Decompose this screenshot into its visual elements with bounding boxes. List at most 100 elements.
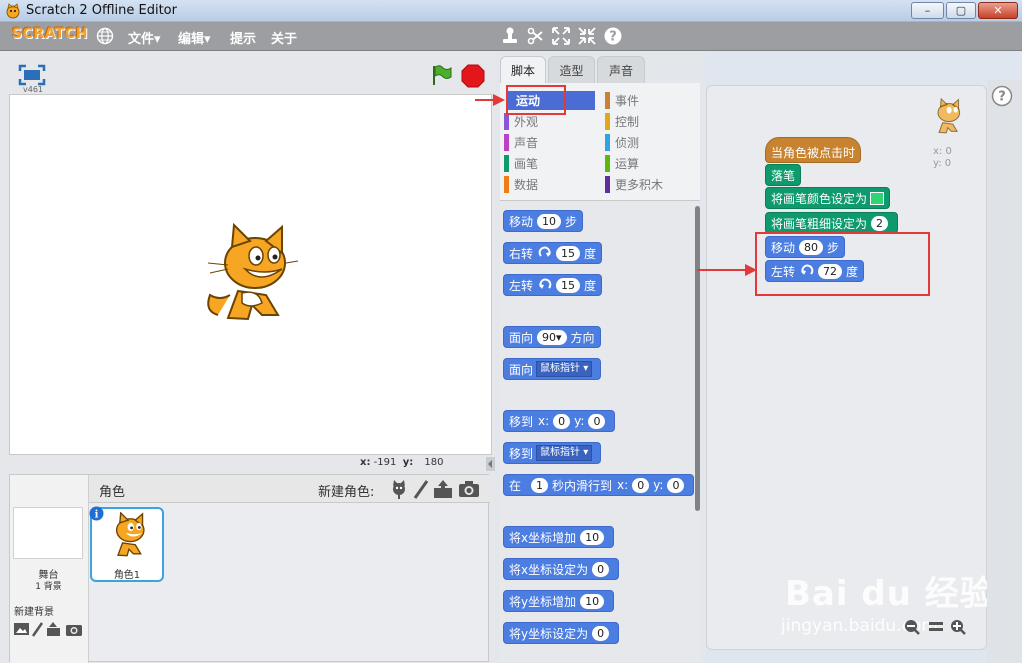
- title-bar: Scratch 2 Offline Editor – ▢ ✕: [0, 0, 1022, 22]
- block-input[interactable]: 0: [632, 477, 650, 493]
- menu-about[interactable]: 关于: [271, 28, 297, 47]
- info-icon[interactable]: i: [89, 506, 104, 521]
- block-input[interactable]: 0: [592, 625, 610, 641]
- script-set-pen-size[interactable]: 将画笔粗细设定为 2: [765, 212, 899, 234]
- sprite-thumbnail[interactable]: i 角色1: [89, 506, 164, 582]
- block-input[interactable]: 10: [580, 529, 605, 545]
- category-data-swatch: [504, 176, 509, 193]
- block-text: 将画笔颜色设定为: [771, 191, 868, 206]
- svg-text:i: i: [95, 510, 99, 521]
- scratch-cat-app-icon: [6, 3, 20, 19]
- block-input[interactable]: 90▾: [537, 329, 567, 345]
- maximize-button[interactable]: ▢: [946, 2, 976, 19]
- tab-sounds[interactable]: 声音: [597, 56, 645, 83]
- grow-tool-icon[interactable]: [551, 26, 571, 46]
- scratch-logo[interactable]: SCRATCH: [12, 26, 88, 42]
- stage-toolbar: v461: [9, 56, 492, 94]
- block-text: 移到: [509, 446, 534, 461]
- block-input[interactable]: 15: [556, 277, 581, 293]
- language-globe-icon[interactable]: [96, 27, 114, 45]
- block-text: 度: [584, 246, 597, 261]
- menu-file[interactable]: 文件▾: [128, 28, 161, 47]
- category-events[interactable]: 事件: [605, 91, 695, 110]
- category-data[interactable]: 数据: [504, 175, 594, 194]
- tab-costumes[interactable]: 造型: [548, 56, 595, 83]
- camera-sprite-icon[interactable]: [458, 480, 480, 498]
- sprite-y-value: 0: [944, 158, 952, 169]
- block-set-y[interactable]: 将y坐标设定为 0: [503, 622, 620, 644]
- block-point-towards[interactable]: 面向 鼠标指针 ▾: [503, 358, 602, 380]
- script-pen-down[interactable]: 落笔: [765, 164, 802, 186]
- annotation-arrow-script: [697, 269, 747, 271]
- category-more-blocks-label: 更多积木: [615, 178, 664, 192]
- tab-scripts[interactable]: 脚本: [500, 56, 546, 83]
- menu-edit[interactable]: 编辑▾: [178, 28, 211, 47]
- collapse-stage-icon[interactable]: [486, 457, 495, 471]
- category-operators[interactable]: 运算: [605, 154, 695, 173]
- category-sensing[interactable]: 侦测: [605, 133, 695, 152]
- minimize-button[interactable]: –: [911, 2, 944, 19]
- stage-column: 舞台 1 背景 新建背景: [10, 475, 89, 663]
- block-dropdown[interactable]: 鼠标指针 ▾: [536, 445, 593, 461]
- paint-sprite-icon[interactable]: [413, 479, 429, 499]
- block-text: x:: [617, 478, 629, 492]
- shrink-tool-icon[interactable]: [577, 26, 597, 46]
- block-input[interactable]: 10: [537, 213, 562, 229]
- mouse-y-label: y:: [402, 457, 414, 468]
- category-pen[interactable]: 画笔: [504, 154, 594, 173]
- delete-tool-icon[interactable]: [525, 26, 545, 46]
- block-move-steps[interactable]: 移动 10 步: [503, 210, 584, 232]
- block-change-y[interactable]: 将y坐标增加 10: [503, 590, 615, 612]
- block-input[interactable]: 15: [556, 245, 581, 261]
- arrowhead-icon: [493, 94, 505, 106]
- new-backdrop-label: 新建背景: [14, 607, 54, 618]
- block-turn-left[interactable]: 左转 15 度: [503, 274, 603, 296]
- block-go-to-xy[interactable]: 移到 x: 0 y: 0: [503, 410, 616, 432]
- block-input[interactable]: 0: [667, 477, 685, 493]
- block-text: y:: [653, 478, 664, 492]
- sprite-cat-thumbnail: [115, 512, 145, 557]
- block-input[interactable]: 10: [580, 593, 605, 609]
- block-input[interactable]: 0: [588, 413, 606, 429]
- duplicate-tool-icon[interactable]: [500, 26, 520, 46]
- close-button[interactable]: ✕: [978, 2, 1018, 19]
- category-looks-label: 外观: [514, 115, 539, 129]
- block-input[interactable]: 1: [531, 477, 549, 493]
- category-sound[interactable]: 声音: [504, 133, 594, 152]
- menu-tips[interactable]: 提示: [230, 28, 256, 47]
- pen-color-swatch[interactable]: [870, 191, 885, 205]
- block-text: 将x坐标增加: [509, 530, 577, 545]
- block-text: 移动: [509, 214, 534, 229]
- block-input[interactable]: 0: [592, 561, 610, 577]
- hat-when-sprite-clicked[interactable]: 当角色被点击时: [765, 137, 862, 163]
- scratch-cat-sprite[interactable]: [200, 223, 300, 333]
- fullscreen-icon[interactable]: [18, 64, 46, 86]
- block-point-in-direction[interactable]: 面向 90▾ 方向: [503, 326, 601, 348]
- block-change-x[interactable]: 将x坐标增加 10: [503, 526, 615, 548]
- category-control[interactable]: 控制: [605, 112, 695, 131]
- block-go-to[interactable]: 移到 鼠标指针 ▾: [503, 442, 602, 464]
- script-set-pen-color[interactable]: 将画笔颜色设定为: [765, 187, 891, 209]
- block-input[interactable]: 0: [553, 413, 571, 429]
- block-input[interactable]: 2: [871, 215, 889, 231]
- scripts-area[interactable]: x: 0 y: 0 当角色被点击时 落笔 将画笔颜色设定为 将画笔粗细设定为 2 …: [706, 85, 994, 650]
- palette-scrollbar[interactable]: [695, 206, 700, 511]
- block-text: 秒内滑行到: [552, 478, 613, 493]
- stop-sign-icon[interactable]: [461, 64, 485, 88]
- green-flag-icon[interactable]: [429, 63, 453, 87]
- block-turn-right[interactable]: 右转 15 度: [503, 242, 603, 264]
- block-dropdown[interactable]: 鼠标指针 ▾: [536, 361, 593, 377]
- zoom-in-icon: [951, 620, 966, 635]
- upload-sprite-icon[interactable]: [432, 479, 454, 499]
- category-more-blocks-swatch: [605, 176, 610, 193]
- block-glide[interactable]: 在1 秒内滑行到 x: 0 y: 0: [503, 474, 695, 496]
- help-question-icon[interactable]: ?: [991, 85, 1013, 107]
- annotation-highlight-script: [755, 232, 930, 296]
- sprites-title: 角色: [99, 485, 126, 500]
- choose-sprite-icon[interactable]: [389, 479, 409, 499]
- category-more-blocks[interactable]: 更多积木: [605, 175, 695, 194]
- help-tool-icon[interactable]: ?: [603, 26, 623, 46]
- stage-thumbnail[interactable]: [13, 507, 83, 559]
- block-set-x[interactable]: 将x坐标设定为 0: [503, 558, 620, 580]
- stage-canvas[interactable]: [9, 94, 492, 455]
